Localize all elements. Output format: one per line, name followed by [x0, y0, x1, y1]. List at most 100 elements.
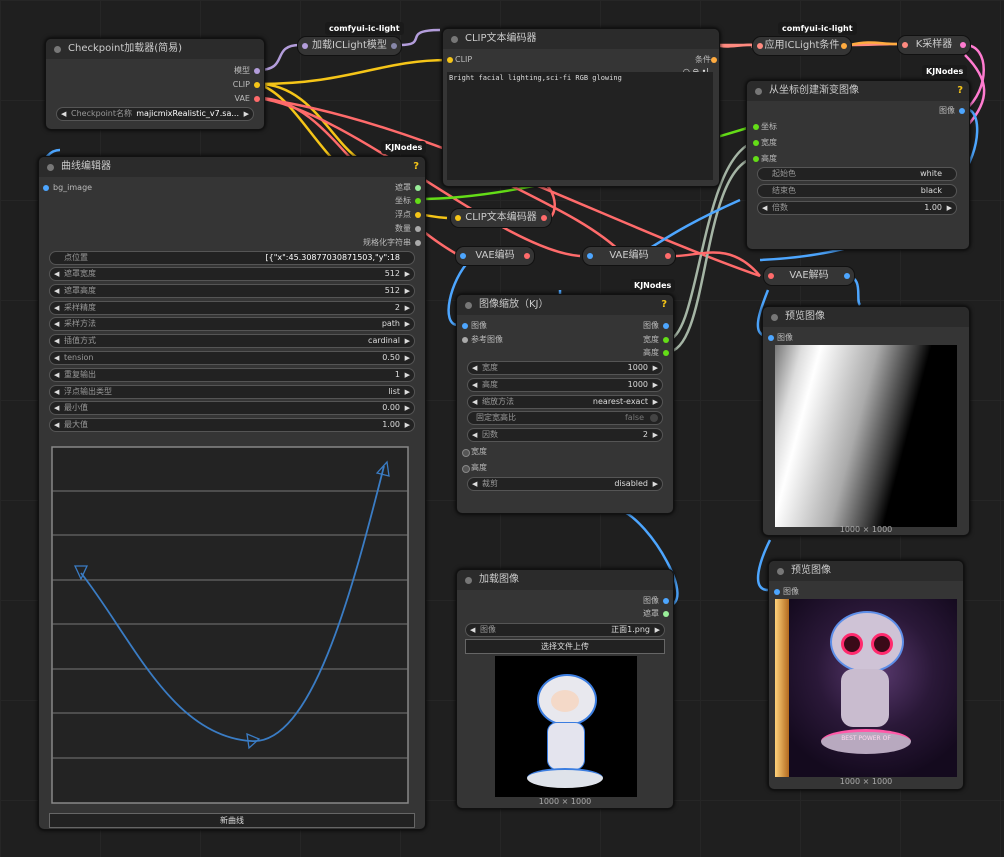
vae-decode-node[interactable]: VAE解码 [763, 266, 855, 286]
collapse-dot[interactable] [54, 46, 61, 53]
output-count[interactable]: 数量 [395, 223, 421, 235]
slot-dot[interactable] [460, 253, 466, 259]
collapse-dot[interactable] [755, 88, 762, 95]
arrow-left-icon[interactable]: ◀ [54, 369, 59, 381]
arrow-right-icon[interactable]: ▶ [405, 285, 410, 297]
toggle-knob[interactable] [650, 414, 658, 422]
clip-text-encoder-mini-node[interactable]: CLIP文本编码器 [450, 208, 552, 228]
preview-image-node-1[interactable]: 预览图像 图像 1000 × 1000 [762, 306, 970, 536]
node-title[interactable]: CLIP文本编码器 [443, 29, 719, 49]
slot-dot[interactable] [462, 337, 468, 343]
output-mask[interactable]: 遮罩 [643, 608, 669, 620]
image-resize-node[interactable]: 图像缩放（KJ）? 图像 参考图像 图像 宽度 高度 ◀ 宽度 1000 ▶ ◀ 高度 1… [456, 294, 674, 514]
load-iclight-node[interactable]: 加载ICLight模型 [297, 36, 402, 56]
output-height[interactable]: 高度 [643, 347, 669, 359]
arrow-left-icon[interactable]: ◀ [54, 352, 59, 364]
multiplier-stepper[interactable]: ◀ 倍数 1.00 ▶ [757, 201, 957, 215]
keep-proportion-toggle[interactable]: 固定宽高比 false [467, 411, 663, 425]
input-height[interactable]: 高度 [753, 153, 777, 165]
slot-dot[interactable] [415, 226, 421, 232]
slot-dot[interactable] [902, 42, 908, 48]
arrow-left-icon[interactable]: ◀ [54, 302, 59, 314]
slot-dot[interactable] [753, 140, 759, 146]
input-coords[interactable]: 坐标 [753, 121, 777, 133]
help-icon[interactable]: ? [661, 295, 667, 315]
output-normalized-string[interactable]: 规格化字符串 [363, 237, 421, 249]
arrow-left-icon[interactable]: ◀ [54, 402, 59, 414]
input-bg-image[interactable]: bg_image [43, 182, 92, 194]
slot-dot[interactable] [663, 350, 669, 356]
output-image[interactable]: 图像 [643, 320, 669, 332]
preview-image-node-2[interactable]: 预览图像 图像 BEST POWER OF 1000 × 1000 [768, 560, 964, 790]
slot-dot[interactable] [960, 42, 966, 48]
arrow-left-icon[interactable]: ◀ [54, 268, 59, 280]
gradient-from-coords-node[interactable]: 从坐标创建渐变图像? 图像 坐标 宽度 高度 起始色 white 结束色 black… [746, 80, 970, 250]
arrow-left-icon[interactable]: ◀ [54, 285, 59, 297]
crop-combo[interactable]: ◀ 裁剪 disabled ▶ [467, 477, 663, 491]
arrow-right-icon[interactable]: ▶ [244, 108, 249, 120]
vae-encode-node-2[interactable]: VAE编码 [582, 246, 676, 266]
arrow-right-icon[interactable]: ▶ [405, 318, 410, 330]
slot-dot[interactable] [254, 96, 260, 102]
slot-dot[interactable] [665, 253, 671, 259]
arrow-left-icon[interactable]: ◀ [54, 419, 59, 431]
collapse-dot[interactable] [451, 36, 458, 43]
output-vae[interactable]: VAE [235, 93, 260, 105]
curve-param-stepper[interactable]: ◀ tension 0.50 ▶ [49, 351, 415, 365]
help-icon[interactable]: ? [957, 81, 963, 101]
output-model[interactable]: 模型 [234, 65, 260, 77]
input-width-converted[interactable]: 宽度 [462, 446, 487, 458]
arrow-right-icon[interactable]: ▶ [405, 419, 410, 431]
slot-dot[interactable] [541, 215, 547, 221]
curve-param-stepper[interactable]: ◀ 遮罩高度 512 ▶ [49, 283, 415, 298]
curve-param-stepper[interactable]: ◀ 遮罩宽度 512 ▶ [49, 267, 415, 281]
curve-param-stepper[interactable]: ◀ 浮点输出类型 list ▶ [49, 384, 415, 399]
node-title[interactable]: 图像缩放（KJ）? [457, 295, 673, 315]
node-title[interactable]: 曲线编辑器? [39, 157, 425, 177]
slot-dot[interactable] [524, 253, 530, 259]
collapse-dot[interactable] [771, 314, 778, 321]
arrow-left-icon[interactable]: ◀ [54, 335, 59, 347]
slot-dot[interactable] [455, 215, 461, 221]
slot-dot[interactable] [391, 43, 397, 49]
arrow-right-icon[interactable]: ▶ [405, 369, 410, 381]
slot-dot[interactable] [768, 335, 774, 341]
ksampler-node[interactable]: K采样器 [897, 35, 971, 55]
slot-dot[interactable] [663, 598, 669, 604]
end-color-field[interactable]: 结束色 black [757, 184, 957, 198]
curve-editor-node[interactable]: 曲线编辑器? bg_image 遮罩 坐标 浮点 数量 规格化字符串 点位置[{… [38, 156, 426, 830]
output-clip[interactable]: CLIP [233, 79, 260, 91]
input-clip[interactable]: CLIP [447, 54, 472, 66]
new-curve-button[interactable]: 新曲线 [49, 813, 415, 828]
points-field[interactable]: 点位置 [{"x":45.30877030871503,"y":18 [49, 251, 415, 265]
slot-dot[interactable] [415, 240, 421, 246]
output-conditioning[interactable]: 条件 [695, 54, 717, 66]
output-mask[interactable]: 遮罩 [395, 182, 421, 194]
input-image[interactable]: 图像 [462, 320, 487, 332]
checkpoint-loader-node[interactable]: Checkpoint加载器(简易) 模型 CLIP VAE ◀ Checkpoi… [45, 38, 265, 130]
slot-dot[interactable] [415, 212, 421, 218]
upload-file-button[interactable]: 选择文件上传 [465, 639, 665, 654]
slot-dot[interactable] [753, 124, 759, 130]
arrow-right-icon[interactable]: ▶ [405, 386, 410, 398]
arrow-right-icon[interactable]: ▶ [405, 352, 410, 364]
clip-text-encoder-node[interactable]: CLIP文本编码器 CLIP 条件 ○ ⊖ •| Bright facial l… [442, 28, 720, 187]
node-title[interactable]: 预览图像 [763, 307, 969, 327]
arrow-right-icon[interactable]: ▶ [405, 302, 410, 314]
vae-encode-node-1[interactable]: VAE编码 [455, 246, 535, 266]
output-width[interactable]: 宽度 [643, 334, 669, 346]
slot-dot[interactable] [774, 589, 780, 595]
output-coords[interactable]: 坐标 [395, 195, 421, 207]
curve-param-stepper[interactable]: ◀ 最小值 0.00 ▶ [49, 401, 415, 416]
slot-dot[interactable] [302, 43, 308, 49]
collapse-dot[interactable] [777, 568, 784, 575]
node-title[interactable]: 加载图像 [457, 570, 673, 590]
collapse-dot[interactable] [465, 577, 472, 584]
load-image-node[interactable]: 加载图像 图像 遮罩 ◀ 图像 正面1.png ▶ 选择文件上传 1000 × 100… [456, 569, 674, 809]
slot-dot[interactable] [757, 43, 763, 49]
curve-plot[interactable] [51, 446, 409, 804]
slot-dot[interactable] [663, 323, 669, 329]
slot-dot[interactable] [753, 156, 759, 162]
slot-dot[interactable] [462, 449, 470, 457]
width-stepper[interactable]: ◀ 宽度 1000 ▶ [467, 361, 663, 375]
